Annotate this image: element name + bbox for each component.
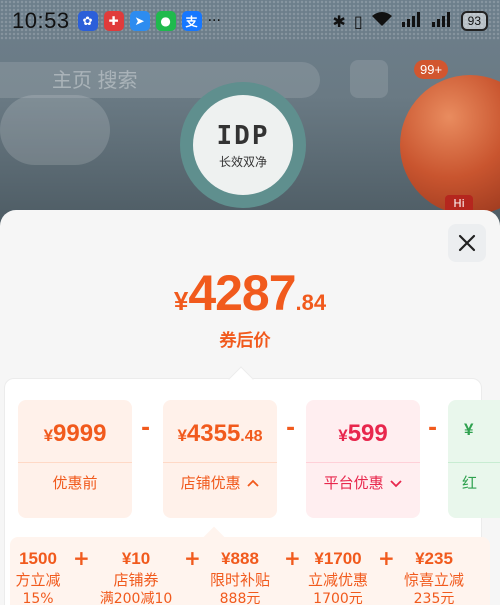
plus-operator: + xyxy=(378,546,395,570)
discount-item-2: ¥10 店铺券 满200减10 xyxy=(96,548,176,605)
brand-logo-subtitle: 长效双净 xyxy=(218,154,267,169)
discount-name: 限时补贴 xyxy=(209,571,270,589)
background-share-button xyxy=(350,60,388,98)
more-notifications-icon: ··· xyxy=(207,13,221,29)
background-apple-image xyxy=(400,75,500,215)
cart-count-badge: 99+ xyxy=(414,60,449,79)
platform-discount-amount: 599 xyxy=(347,420,388,447)
currency-symbol: ¥ xyxy=(338,426,348,445)
original-price-value: ¥9999 xyxy=(18,420,132,448)
app-notification-icon: ✿ xyxy=(77,11,98,31)
status-time: 10:53 xyxy=(12,8,70,33)
discount-item-4: ¥1700 立减优惠 1700元 xyxy=(298,548,378,605)
store-discount-label: 店铺优惠 xyxy=(163,472,277,493)
red-packet-card[interactable]: ¥ 红 xyxy=(448,400,500,518)
notification-icons: ✿ ✚ ➤ ● 支 ··· xyxy=(77,11,221,31)
store-discount-label-text: 店铺优惠 xyxy=(180,474,241,492)
wifi-icon xyxy=(371,11,393,31)
card-divider xyxy=(163,462,277,463)
currency-symbol: ¥ xyxy=(464,420,474,439)
background-product-image xyxy=(0,95,110,165)
status-bar: 10:53 ✿ ✚ ➤ ● 支 ··· ✱ ▯ 93 xyxy=(0,0,500,42)
wechat-icon: ● xyxy=(155,11,176,31)
brand-logo-text: IDP xyxy=(216,120,270,151)
card-divider xyxy=(18,462,132,463)
discount-note: 1700元 xyxy=(313,591,363,605)
close-icon xyxy=(458,234,476,252)
discount-name: 店铺券 xyxy=(113,571,159,589)
minus-operator: - xyxy=(286,416,296,441)
close-button[interactable] xyxy=(448,224,486,262)
original-price-amount: 9999 xyxy=(53,420,107,447)
discount-amount: ¥1700 xyxy=(314,549,362,568)
currency-symbol: ¥ xyxy=(177,426,187,445)
red-packet-label: 红 xyxy=(462,474,478,492)
original-price-card: ¥9999 优惠前 xyxy=(18,400,132,518)
discount-amount: ¥10 xyxy=(121,549,151,568)
discount-item-5: ¥235 惊喜立减 235元 xyxy=(394,548,474,605)
original-price-label: 优惠前 xyxy=(52,474,98,492)
discount-amount: ¥888 xyxy=(221,549,259,568)
brand-logo: IDP 长效双净 xyxy=(180,82,306,208)
signal-icon xyxy=(401,11,423,31)
store-discount-card[interactable]: ¥4355.48 店铺优惠 xyxy=(163,400,277,518)
discount-amount: 1500 xyxy=(19,549,57,568)
store-discount-amount: 4355 xyxy=(186,420,241,447)
battery-indicator: 93 xyxy=(460,11,488,31)
discount-name: 惊喜立减 xyxy=(403,571,464,589)
chevron-up-icon xyxy=(247,479,260,487)
background-search-text: 主页 搜索 xyxy=(52,70,138,92)
price-detail-sheet: ¥4287.84 券后价 ¥9999 优惠前 - ¥4355.48 店铺优惠 -… xyxy=(0,210,500,605)
card-divider xyxy=(448,462,500,463)
platform-discount-card[interactable]: ¥599 平台优惠 xyxy=(306,400,420,518)
platform-discount-label: 平台优惠 xyxy=(306,472,420,493)
signal-icon-2 xyxy=(431,11,453,31)
discount-name: 立减优惠 xyxy=(307,571,368,589)
plus-operator: + xyxy=(73,546,90,570)
discount-item-1: 1500 方立减 15% xyxy=(0,548,78,605)
vibrate-icon: ▯ xyxy=(353,11,363,31)
final-price-integer: 4287 xyxy=(188,265,296,321)
location-notification-icon: ➤ xyxy=(129,11,150,31)
card-divider xyxy=(306,462,420,463)
final-price-decimal: .84 xyxy=(295,290,327,315)
bluetooth-icon: ✱ xyxy=(332,11,346,31)
final-price-label: 券后价 xyxy=(219,331,271,351)
discount-name: 方立减 xyxy=(15,571,61,589)
minus-operator: - xyxy=(141,416,151,441)
discount-note: 235元 xyxy=(413,591,455,605)
alipay-icon: 支 xyxy=(181,11,202,31)
red-packet-value: ¥ xyxy=(448,420,500,440)
discount-note: 888元 xyxy=(219,591,261,605)
plus-operator: + xyxy=(184,546,201,570)
chevron-down-icon xyxy=(390,480,403,488)
system-status: ✱ ▯ 93 xyxy=(332,11,488,31)
discount-amount: ¥235 xyxy=(415,549,453,568)
platform-discount-label-text: 平台优惠 xyxy=(323,474,384,492)
final-price-symbol: ¥ xyxy=(173,286,189,316)
discount-note: 15% xyxy=(22,591,54,605)
game-notification-icon: ✚ xyxy=(103,11,124,31)
store-discount-decimal: .48 xyxy=(240,428,263,445)
platform-discount-value: ¥599 xyxy=(306,420,420,448)
store-discount-value: ¥4355.48 xyxy=(163,420,277,448)
final-price: ¥4287.84 xyxy=(0,264,500,322)
minus-operator: - xyxy=(428,416,438,441)
discount-note: 满200减10 xyxy=(99,591,173,605)
discount-item-3: ¥888 限时补贴 888元 xyxy=(200,548,280,605)
currency-symbol: ¥ xyxy=(43,426,54,445)
